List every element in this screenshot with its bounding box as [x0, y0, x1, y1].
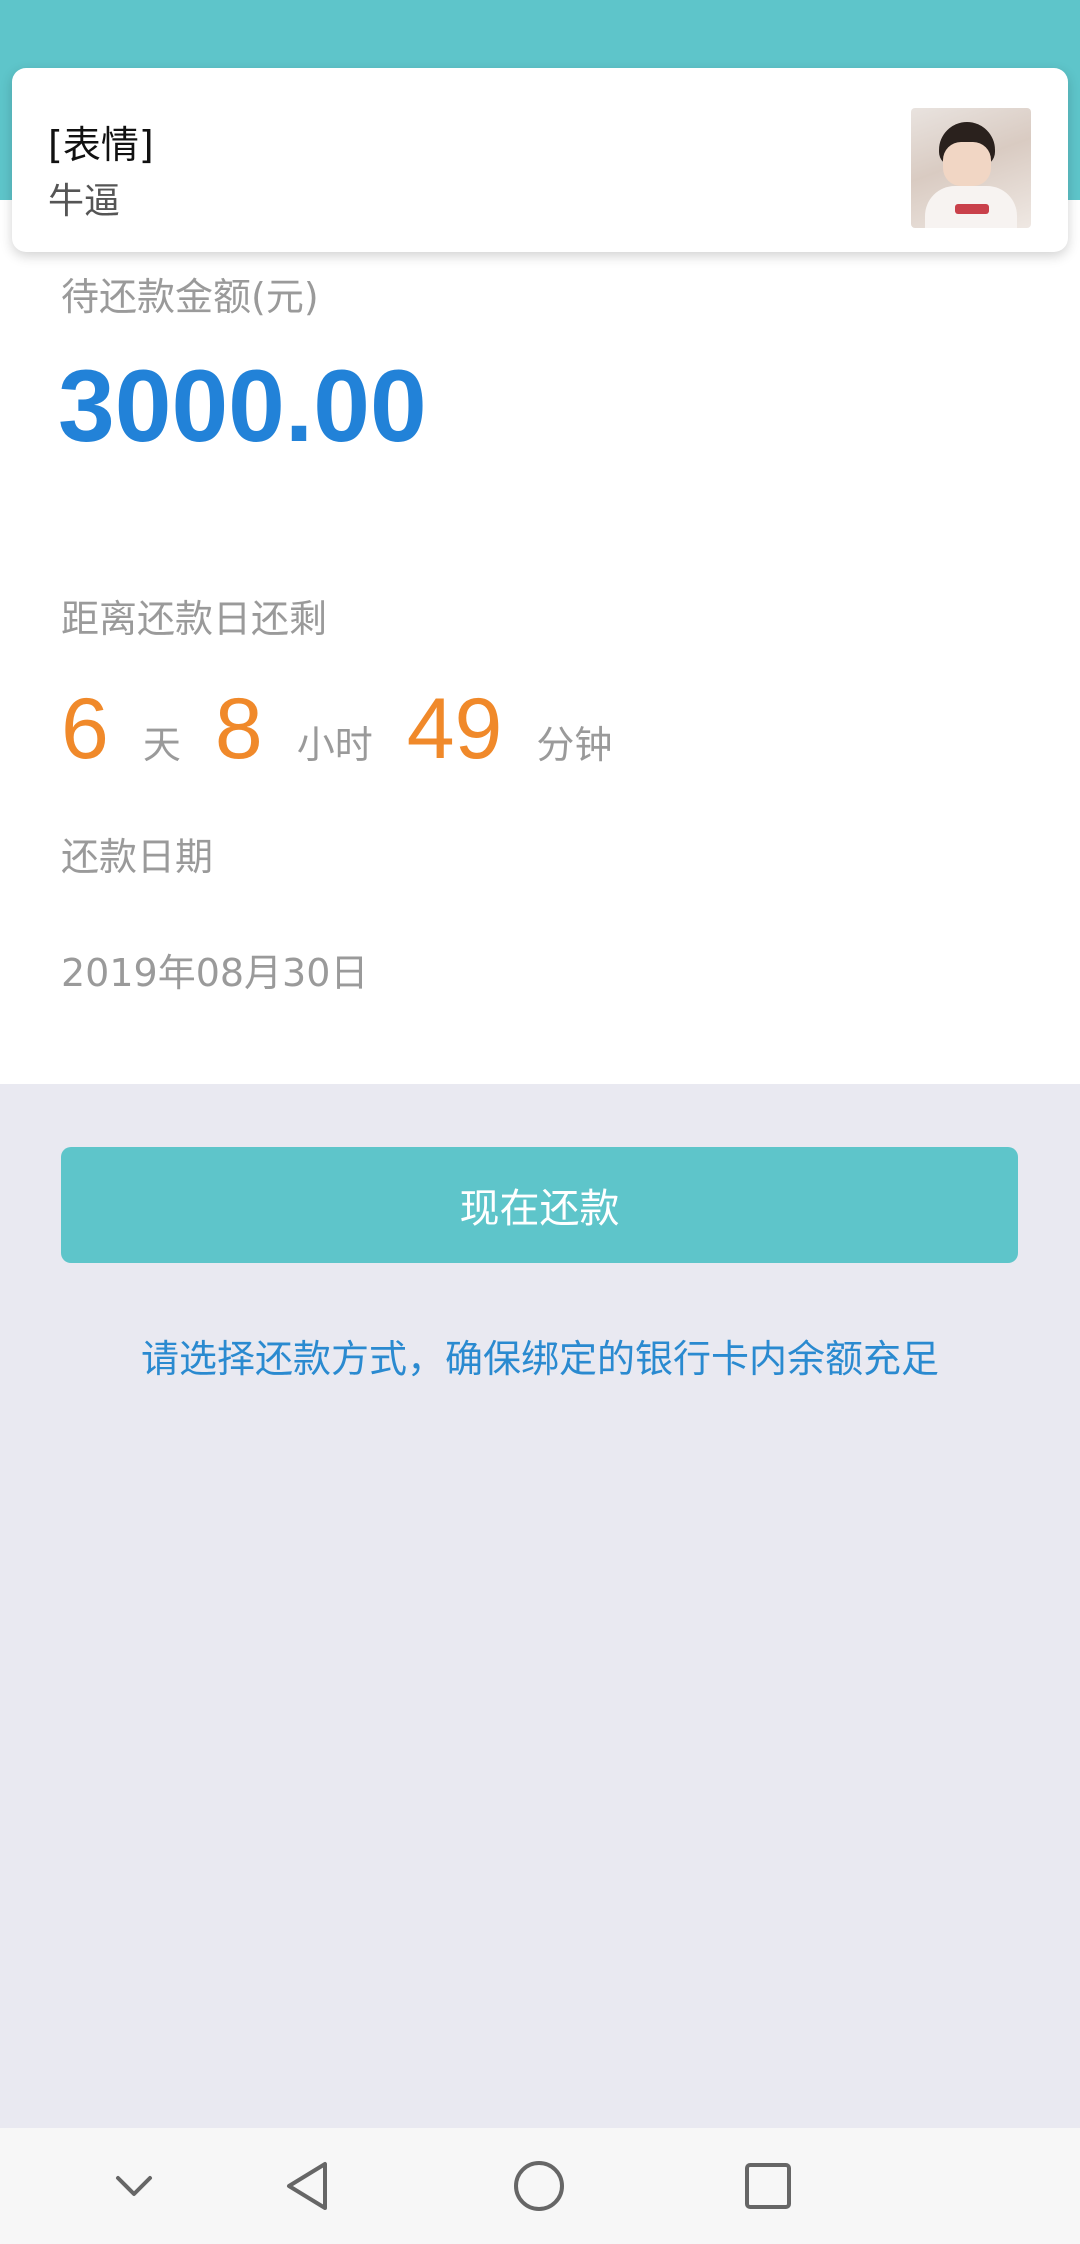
- pay-now-button[interactable]: 现在还款: [61, 1147, 1018, 1263]
- countdown-minutes: 49: [406, 681, 503, 777]
- countdown: 6 天 8 小时 49 分钟: [61, 680, 646, 800]
- countdown-days-unit: 天: [142, 723, 181, 767]
- amount-label: 待还款金额(元): [61, 275, 319, 319]
- repayment-hint: 请选择还款方式，确保绑定的银行卡内余额充足: [140, 1337, 939, 1381]
- system-nav-bar: [0, 2128, 1080, 2244]
- due-date-label: 还款日期: [61, 835, 214, 879]
- countdown-label: 距离还款日还剩: [61, 597, 328, 641]
- wechat-notification[interactable]: [表情] 牛逼: [12, 68, 1068, 252]
- countdown-hours-unit: 小时: [296, 723, 373, 767]
- notification-message: 牛逼: [48, 181, 121, 222]
- countdown-minutes-unit: 分钟: [536, 723, 613, 767]
- recents-icon[interactable]: [710, 2128, 826, 2244]
- collapse-icon[interactable]: [76, 2128, 192, 2244]
- due-date-value: 2019年08月30日: [61, 951, 369, 995]
- notification-thumbnail: [911, 108, 1031, 228]
- home-icon[interactable]: [481, 2128, 597, 2244]
- back-icon[interactable]: [251, 2128, 367, 2244]
- countdown-hours: 8: [214, 681, 263, 777]
- countdown-days: 6: [61, 681, 109, 777]
- amount-due: 3000.00: [58, 349, 427, 463]
- notification-title: [表情]: [48, 123, 154, 167]
